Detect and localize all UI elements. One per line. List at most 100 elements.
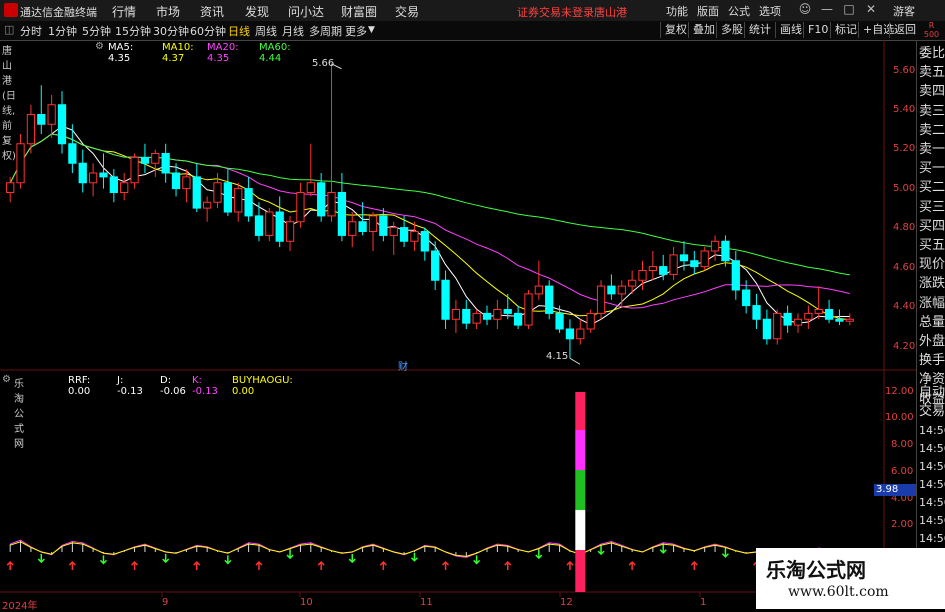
candle-body (814, 309, 823, 314)
sell-arrow (659, 544, 667, 554)
candle-body (26, 114, 36, 145)
sub-tick: 8.00 (891, 439, 914, 450)
candle-body (327, 192, 336, 217)
buy-arrow (6, 561, 14, 571)
candle-body (690, 260, 699, 268)
buy-arrow (193, 561, 201, 571)
candle-body (721, 240, 730, 262)
sell-arrow (473, 555, 481, 565)
candle-body (6, 182, 15, 193)
candle-body (710, 240, 720, 252)
quote-panel: 委比 卖五 卖四 卖三 卖二 卖一 买一 买二 买三 买四 买五 现价 涨跌 涨幅 总量 外盘 换手 净资 收益 自动… (916, 40, 945, 609)
sell-arrow (721, 548, 729, 558)
sub-cursor-value: 3.98 (874, 484, 916, 496)
quote-row-label: 卖四 (919, 84, 945, 100)
sell-arrow (162, 554, 170, 564)
sub-tick: 6.00 (891, 466, 914, 477)
candle-body (203, 201, 212, 209)
candle-body (275, 211, 284, 242)
candle-body (472, 312, 481, 324)
quote-row-label: 总量 (919, 314, 945, 330)
quote-row-label: 换手 (919, 353, 945, 369)
trade-row-label: 14:56 (919, 532, 945, 545)
buy-arrow (442, 561, 450, 571)
candle-body (596, 285, 606, 314)
candle-body (130, 156, 139, 184)
sub-tick: 10.00 (885, 412, 914, 423)
candle-body (161, 153, 170, 174)
buy-arrow (379, 561, 387, 571)
candle-body (254, 215, 264, 236)
candle-body (47, 104, 56, 125)
candle-body (607, 285, 616, 295)
sell-arrow (410, 552, 418, 562)
buy-arrow (690, 561, 698, 571)
candle-body (410, 231, 419, 242)
candle-body (462, 309, 471, 324)
candle-body (773, 312, 782, 340)
price-tick: 5.00 (893, 183, 916, 194)
candle-body (244, 188, 253, 217)
candle-body (586, 312, 595, 330)
candle-body (379, 215, 388, 236)
trade-row-label: 交易 (919, 404, 945, 419)
date-tick: 11 (420, 597, 433, 608)
candle-body (545, 285, 554, 314)
quote-row-label: 买三 (919, 199, 945, 215)
candle-body (140, 156, 150, 164)
candle-body (534, 285, 543, 295)
candle-body (441, 279, 450, 320)
candle-body (524, 293, 533, 326)
candle-body (234, 188, 243, 213)
candle-body (659, 266, 668, 275)
candle-body (503, 309, 512, 314)
sell-arrow (286, 550, 294, 560)
candle-body (306, 182, 315, 193)
signal-column-segment (575, 550, 586, 592)
news-marker[interactable]: 财 (398, 358, 408, 373)
candle-body (68, 143, 77, 164)
candle-body (679, 254, 689, 262)
watermark-url: www.60lt.com (788, 584, 889, 600)
trade-row-label: 14:56 (919, 442, 945, 455)
candle-body (213, 182, 222, 203)
price-tick: 5.40 (893, 104, 916, 115)
quote-row-label: 外盘 (919, 334, 945, 349)
price-tick: 4.40 (893, 301, 916, 312)
sub-tick: 12.00 (885, 386, 914, 397)
quote-row-label: 卖二 (919, 122, 945, 138)
price-tick: 4.20 (893, 341, 916, 352)
sub-tick: 2.00 (891, 519, 914, 530)
signal-column-segment (575, 430, 586, 470)
sell-arrow (224, 555, 232, 565)
candle-body (37, 114, 46, 125)
candle-body (368, 215, 378, 232)
candle-body (337, 192, 347, 236)
low-price-label: 4.15 (546, 351, 569, 362)
kline-chart[interactable] (0, 0, 945, 609)
quote-row-label: 现价 (919, 257, 945, 273)
candle-body (804, 312, 813, 320)
sell-arrow (597, 546, 605, 556)
candle-body (120, 182, 129, 193)
candle-body (513, 312, 523, 326)
candle-body (317, 182, 326, 217)
price-tick: 4.60 (893, 262, 916, 273)
high-price-label: 5.66 (312, 58, 335, 69)
candle-body (845, 318, 854, 322)
candle-body (78, 162, 87, 184)
candle-body (482, 312, 492, 320)
buy-arrow (255, 561, 263, 571)
candle-body (57, 104, 67, 145)
trade-row-label: 14:56 (919, 424, 945, 437)
date-tick: 9 (162, 597, 169, 608)
candle-body (399, 227, 409, 242)
candle-body (296, 192, 305, 223)
date-tick: 1 (700, 597, 707, 608)
trade-row-label: 14:56 (919, 514, 945, 527)
quote-row-label: 卖五 (919, 65, 945, 81)
quote-row-label: 卖一 (919, 142, 945, 157)
candle-body (285, 221, 295, 242)
candle-body (762, 318, 772, 340)
buy-arrow (317, 561, 325, 571)
